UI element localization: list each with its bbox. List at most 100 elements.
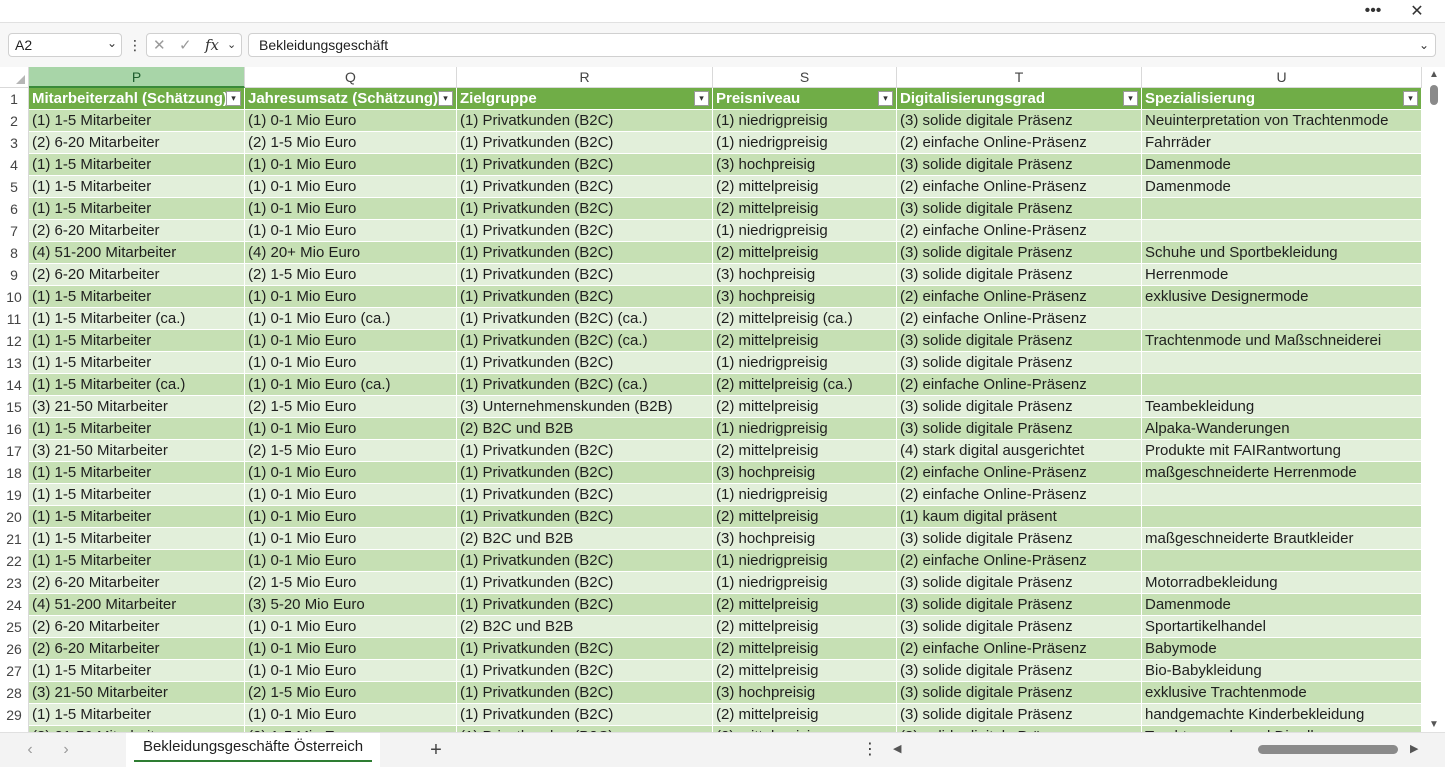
row-number[interactable]: 24: [0, 594, 29, 616]
cell-p[interactable]: (1) 1-5 Mitarbeiter: [29, 330, 245, 352]
cell-t[interactable]: (2) einfache Online-Präsenz: [897, 484, 1142, 506]
row-number[interactable]: 2: [0, 110, 29, 132]
cell-u[interactable]: Damenmode: [1142, 594, 1422, 616]
cell-u[interactable]: [1142, 198, 1422, 220]
cell-u[interactable]: handgemachte Kinderbekleidung: [1142, 704, 1422, 726]
cell-s[interactable]: (1) niedrigpreisig: [713, 220, 897, 242]
row-number[interactable]: 13: [0, 352, 29, 374]
cell-q[interactable]: (1) 0-1 Mio Euro: [245, 484, 457, 506]
cell-q[interactable]: (4) 20+ Mio Euro: [245, 242, 457, 264]
cell-s[interactable]: (2) mittelpreisig: [713, 330, 897, 352]
cell-p[interactable]: (1) 1-5 Mitarbeiter: [29, 352, 245, 374]
cell-q[interactable]: (3) 5-20 Mio Euro: [245, 594, 457, 616]
insert-function-icon[interactable]: fx: [205, 36, 219, 54]
cell-t[interactable]: (2) einfache Online-Präsenz: [897, 550, 1142, 572]
row-number[interactable]: 9: [0, 264, 29, 286]
cell-p[interactable]: (1) 1-5 Mitarbeiter: [29, 704, 245, 726]
cell-u[interactable]: Fahrräder: [1142, 132, 1422, 154]
column-header-r[interactable]: R: [457, 67, 713, 88]
scroll-down-icon[interactable]: ▼: [1429, 719, 1439, 730]
cell-p[interactable]: (2) 6-20 Mitarbeiter: [29, 132, 245, 154]
cell-t[interactable]: (1) kaum digital präsent: [897, 506, 1142, 528]
cell-s[interactable]: (1) niedrigpreisig: [713, 484, 897, 506]
cell-p[interactable]: (2) 6-20 Mitarbeiter: [29, 264, 245, 286]
cell-u[interactable]: Herrenmode: [1142, 264, 1422, 286]
cell-u[interactable]: exklusive Designermode: [1142, 286, 1422, 308]
cell-s[interactable]: (1) niedrigpreisig: [713, 110, 897, 132]
cell-s[interactable]: (2) mittelpreisig: [713, 176, 897, 198]
cell-q[interactable]: (1) 0-1 Mio Euro: [245, 550, 457, 572]
chevron-down-icon[interactable]: ⌄: [227, 38, 236, 51]
cell-p[interactable]: (1) 1-5 Mitarbeiter (ca.): [29, 374, 245, 396]
cell-q[interactable]: (1) 0-1 Mio Euro: [245, 704, 457, 726]
cell-u[interactable]: Sportartikelhandel: [1142, 616, 1422, 638]
cell-r[interactable]: (1) Privatkunden (B2C): [457, 704, 713, 726]
cell-t[interactable]: (2) einfache Online-Präsenz: [897, 308, 1142, 330]
cell-u[interactable]: Babymode: [1142, 638, 1422, 660]
cell-p[interactable]: (4) 51-200 Mitarbeiter: [29, 594, 245, 616]
row-number[interactable]: 19: [0, 484, 29, 506]
row-number[interactable]: 15: [0, 396, 29, 418]
cell-t[interactable]: (3) solide digitale Präsenz: [897, 110, 1142, 132]
sheet-tab-active[interactable]: Bekleidungsgeschäfte Österreich: [126, 733, 380, 767]
header-cell[interactable]: Zielgruppe ▾: [457, 88, 713, 110]
spreadsheet-grid[interactable]: PQRSTU 1 Mitarbeiterzahl (Schätzung) ▾ Jahr…: [0, 67, 1423, 732]
cell-s[interactable]: (2) mittelpreisig: [713, 704, 897, 726]
vertical-scroll-thumb[interactable]: [1430, 85, 1438, 105]
cell-s[interactable]: (3) hochpreisig: [713, 286, 897, 308]
column-header-s[interactable]: S: [713, 67, 897, 88]
cell-q[interactable]: (1) 0-1 Mio Euro (ca.): [245, 374, 457, 396]
cell-t[interactable]: (3) solide digitale Präsenz: [897, 352, 1142, 374]
cell-t[interactable]: (3) solide digitale Präsenz: [897, 660, 1142, 682]
cell-s[interactable]: (2) mittelpreisig: [713, 506, 897, 528]
cell-s[interactable]: (2) mittelpreisig (ca.): [713, 308, 897, 330]
name-box[interactable]: A2 ⌄: [8, 33, 122, 57]
cell-r[interactable]: (1) Privatkunden (B2C): [457, 594, 713, 616]
row-number[interactable]: 6: [0, 198, 29, 220]
row-number[interactable]: 28: [0, 682, 29, 704]
filter-dropdown-icon[interactable]: ▾: [1403, 91, 1418, 106]
filter-dropdown-icon[interactable]: ▾: [438, 91, 453, 106]
header-cell[interactable]: Mitarbeiterzahl (Schätzung) ▾: [29, 88, 245, 110]
cell-s[interactable]: (3) hochpreisig: [713, 462, 897, 484]
cell-u[interactable]: Alpaka-Wanderungen: [1142, 418, 1422, 440]
header-cell[interactable]: Digitalisierungsgrad ▾: [897, 88, 1142, 110]
cell-t[interactable]: (2) einfache Online-Präsenz: [897, 286, 1142, 308]
cell-q[interactable]: (2) 1-5 Mio Euro: [245, 132, 457, 154]
row-number[interactable]: 10: [0, 286, 29, 308]
cell-p[interactable]: (1) 1-5 Mitarbeiter: [29, 198, 245, 220]
cell-t[interactable]: (3) solide digitale Präsenz: [897, 198, 1142, 220]
cell-t[interactable]: (2) einfache Online-Präsenz: [897, 374, 1142, 396]
expand-formula-icon[interactable]: ⌄: [1419, 34, 1429, 56]
filter-dropdown-icon[interactable]: ▾: [1123, 91, 1138, 106]
cell-t[interactable]: (3) solide digitale Präsenz: [897, 242, 1142, 264]
cell-t[interactable]: (3) solide digitale Präsenz: [897, 572, 1142, 594]
cell-p[interactable]: (2) 6-20 Mitarbeiter: [29, 572, 245, 594]
cell-s[interactable]: (2) mittelpreisig: [713, 660, 897, 682]
cell-r[interactable]: (1) Privatkunden (B2C): [457, 154, 713, 176]
cell-t[interactable]: (2) einfache Online-Präsenz: [897, 638, 1142, 660]
cell-s[interactable]: (2) mittelpreisig: [713, 198, 897, 220]
cell-r[interactable]: (1) Privatkunden (B2C): [457, 682, 713, 704]
cell-t[interactable]: (3) solide digitale Präsenz: [897, 528, 1142, 550]
cell-r[interactable]: (1) Privatkunden (B2C) (ca.): [457, 330, 713, 352]
cell-q[interactable]: (2) 1-5 Mio Euro: [245, 682, 457, 704]
cell-r[interactable]: (1) Privatkunden (B2C): [457, 352, 713, 374]
cell-t[interactable]: (3) solide digitale Präsenz: [897, 594, 1142, 616]
cell-q[interactable]: (1) 0-1 Mio Euro: [245, 330, 457, 352]
row-number[interactable]: 16: [0, 418, 29, 440]
cell-q[interactable]: (2) 1-5 Mio Euro: [245, 396, 457, 418]
cell-r[interactable]: (1) Privatkunden (B2C): [457, 506, 713, 528]
cell-p[interactable]: (1) 1-5 Mitarbeiter: [29, 110, 245, 132]
cell-q[interactable]: (1) 0-1 Mio Euro: [245, 660, 457, 682]
row-number[interactable]: 12: [0, 330, 29, 352]
chevron-down-icon[interactable]: ⌄: [107, 36, 117, 50]
cell-r[interactable]: (1) Privatkunden (B2C): [457, 242, 713, 264]
cell-s[interactable]: (2) mittelpreisig: [713, 440, 897, 462]
cell-q[interactable]: (1) 0-1 Mio Euro: [245, 638, 457, 660]
column-header-q[interactable]: Q: [245, 67, 457, 88]
cell-r[interactable]: (1) Privatkunden (B2C): [457, 638, 713, 660]
cell-t[interactable]: (3) solide digitale Präsenz: [897, 396, 1142, 418]
cell-s[interactable]: (1) niedrigpreisig: [713, 572, 897, 594]
cell-q[interactable]: (1) 0-1 Mio Euro: [245, 198, 457, 220]
